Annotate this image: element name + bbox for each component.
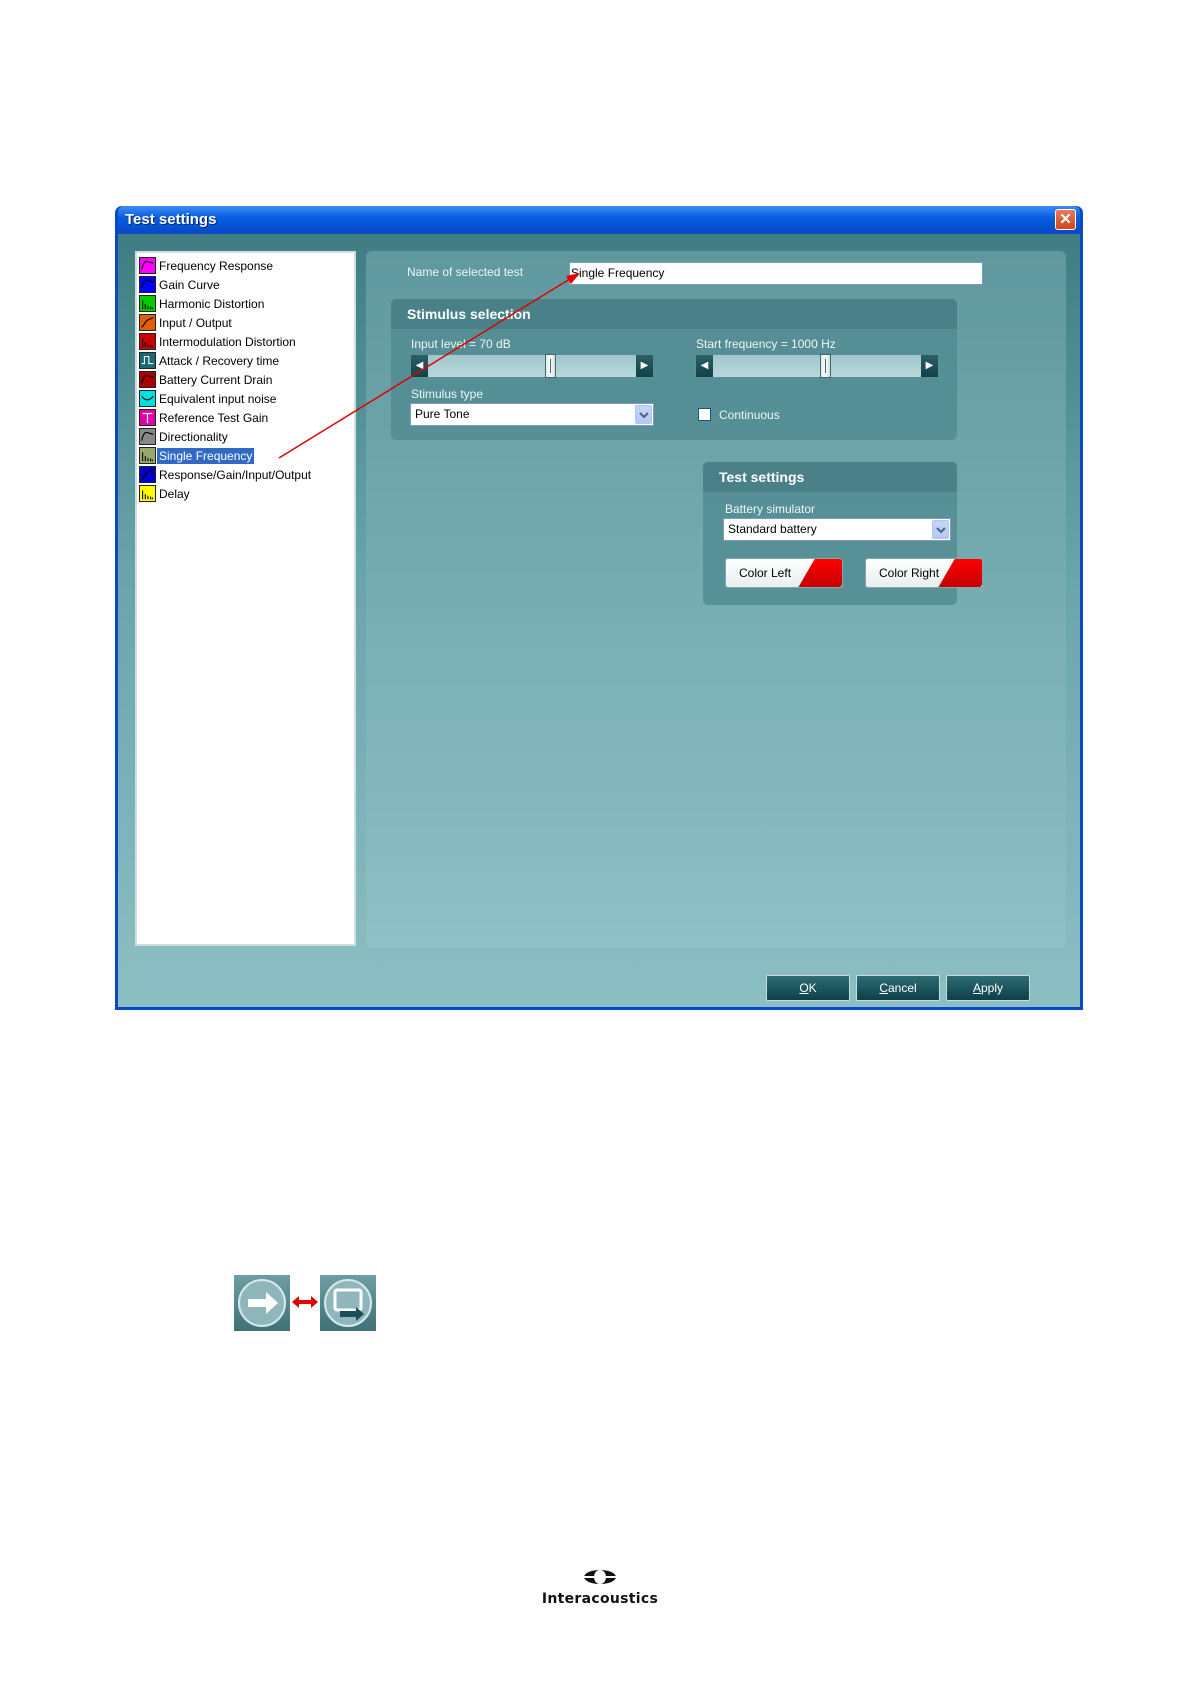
harmonic-distortion-icon [139,295,156,312]
test-list-item-label: Attack / Recovery time [159,353,280,368]
test-list-item[interactable]: Battery Current Drain [137,370,354,389]
battery-simulator-label: Battery simulator [725,502,816,516]
test-settings-dialog: Test settings ✕ Frequency Response Gain C… [115,206,1083,1010]
ok-accelerator: O [799,981,809,995]
close-icon: ✕ [1059,211,1072,228]
continuous-label: Continuous [719,408,780,422]
test-list-item[interactable]: Gain Curve [137,275,354,294]
battery-current-drain-icon [139,371,156,388]
chevron-down-icon[interactable] [635,405,652,424]
test-list-item[interactable]: Intermodulation Distortion [137,332,354,351]
input-output-icon [139,314,156,331]
test-list-item[interactable]: Reference Test Gain [137,408,354,427]
slider-right-arrow-icon[interactable]: ▶ [921,355,938,377]
test-list-item-label: Delay [159,486,190,501]
start-frequency-slider[interactable]: ◀ ▶ [695,354,939,378]
gain-curve-icon [139,276,156,293]
test-list-item-label: Input / Output [159,315,232,330]
test-list-item-label: Single Frequency [157,447,255,464]
test-list-item-label: Equivalent input noise [159,391,277,406]
test-list-item[interactable]: Input / Output [137,313,354,332]
battery-simulator-select[interactable]: Standard battery [723,518,951,541]
logo-mark-icon [582,1570,618,1584]
cancel-label: ancel [887,981,917,995]
test-list-item[interactable]: Harmonic Distortion [137,294,354,313]
forward-arrow-icon [234,1275,290,1331]
input-level-label: Input level = 70 dB [411,337,511,351]
slider-thumb[interactable] [545,354,556,378]
apply-label: pply [981,981,1004,995]
apply-button[interactable]: Apply [946,975,1030,1001]
directionality-icon [139,428,156,445]
color-right-swatch [937,559,982,587]
test-list-item[interactable]: Directionality [137,427,354,446]
delay-icon [139,485,156,502]
test-list-item[interactable]: Response/Gain/Input/Output [137,465,354,484]
continuous-checkbox[interactable] [698,408,711,421]
test-list-item[interactable]: Equivalent input noise [137,389,354,408]
test-list-item-label: Response/Gain/Input/Output [159,467,312,482]
slider-left-arrow-icon[interactable]: ◀ [411,355,428,377]
start-frequency-label: Start frequency = 1000 Hz [696,337,836,351]
test-list: Frequency Response Gain Curve Harmonic Dis… [135,251,356,946]
test-list-item-label: Intermodulation Distortion [159,334,296,349]
test-list-item[interactable]: Single Frequency [137,446,354,465]
close-button[interactable]: ✕ [1055,209,1076,230]
color-left-label: Color Left [739,566,792,580]
cancel-button[interactable]: Cancel [856,975,940,1001]
interacoustics-logo: Interacoustics [527,1568,673,1607]
test-list-item-label: Frequency Response [159,258,274,273]
slider-right-arrow-icon[interactable]: ▶ [636,355,653,377]
apply-accelerator: A [972,981,981,995]
test-list-item[interactable]: Frequency Response [137,256,354,275]
test-list-item-label: Harmonic Distortion [159,296,265,311]
double-arrow-icon [292,1296,318,1308]
test-settings-title: Test settings [719,469,805,485]
intermodulation-distortion-icon [139,333,156,350]
color-left-swatch [797,559,842,587]
title-bar[interactable]: Test settings ✕ [118,206,1080,234]
dialog-title: Test settings [125,211,217,228]
slider-left-arrow-icon[interactable]: ◀ [696,355,713,377]
dialog-client-area: Frequency Response Gain Curve Harmonic Dis… [118,234,1080,1007]
test-list-item[interactable]: Delay [137,484,354,503]
equivalent-input-noise-icon [139,390,156,407]
test-list-item-label: Gain Curve [159,277,220,292]
stimulus-selection-group: Stimulus selection Input level = 70 dB ◀… [391,299,957,440]
test-list-item[interactable]: Attack / Recovery time [137,351,354,370]
stimulus-selection-title: Stimulus selection [407,306,531,322]
attack-recovery-icon [139,352,156,369]
color-right-button[interactable]: Color Right [865,558,983,588]
reference-test-gain-icon [139,409,156,426]
color-left-button[interactable]: Color Left [725,558,843,588]
ok-button[interactable]: OK [766,975,850,1001]
stimulus-type-value: Pure Tone [415,407,470,421]
test-name-field[interactable]: Single Frequency [569,262,983,285]
test-list-item-label: Directionality [159,429,228,444]
test-settings-group: Test settings Battery simulator Standard… [703,462,983,605]
color-right-label: Color Right [879,566,940,580]
cancel-accelerator: C [879,981,888,995]
test-list-item-label: Reference Test Gain [159,410,269,425]
battery-simulator-value: Standard battery [728,522,817,536]
slider-thumb[interactable] [820,354,831,378]
settings-panel: Name of selected test Single Frequency S… [366,251,1066,948]
input-level-slider[interactable]: ◀ ▶ [410,354,654,378]
single-frequency-icon [139,447,156,464]
response-gain-input-output-icon [139,466,156,483]
stimulus-type-select[interactable]: Pure Tone [410,403,654,426]
test-list-item-label: Battery Current Drain [159,372,273,387]
name-label: Name of selected test [407,265,524,279]
logo-text: Interacoustics [541,1591,659,1607]
screen-return-icon [320,1275,376,1331]
frequency-response-icon [139,257,156,274]
stimulus-type-label: Stimulus type [411,387,484,401]
ok-label: K [808,981,817,995]
chevron-down-icon[interactable] [932,520,949,539]
